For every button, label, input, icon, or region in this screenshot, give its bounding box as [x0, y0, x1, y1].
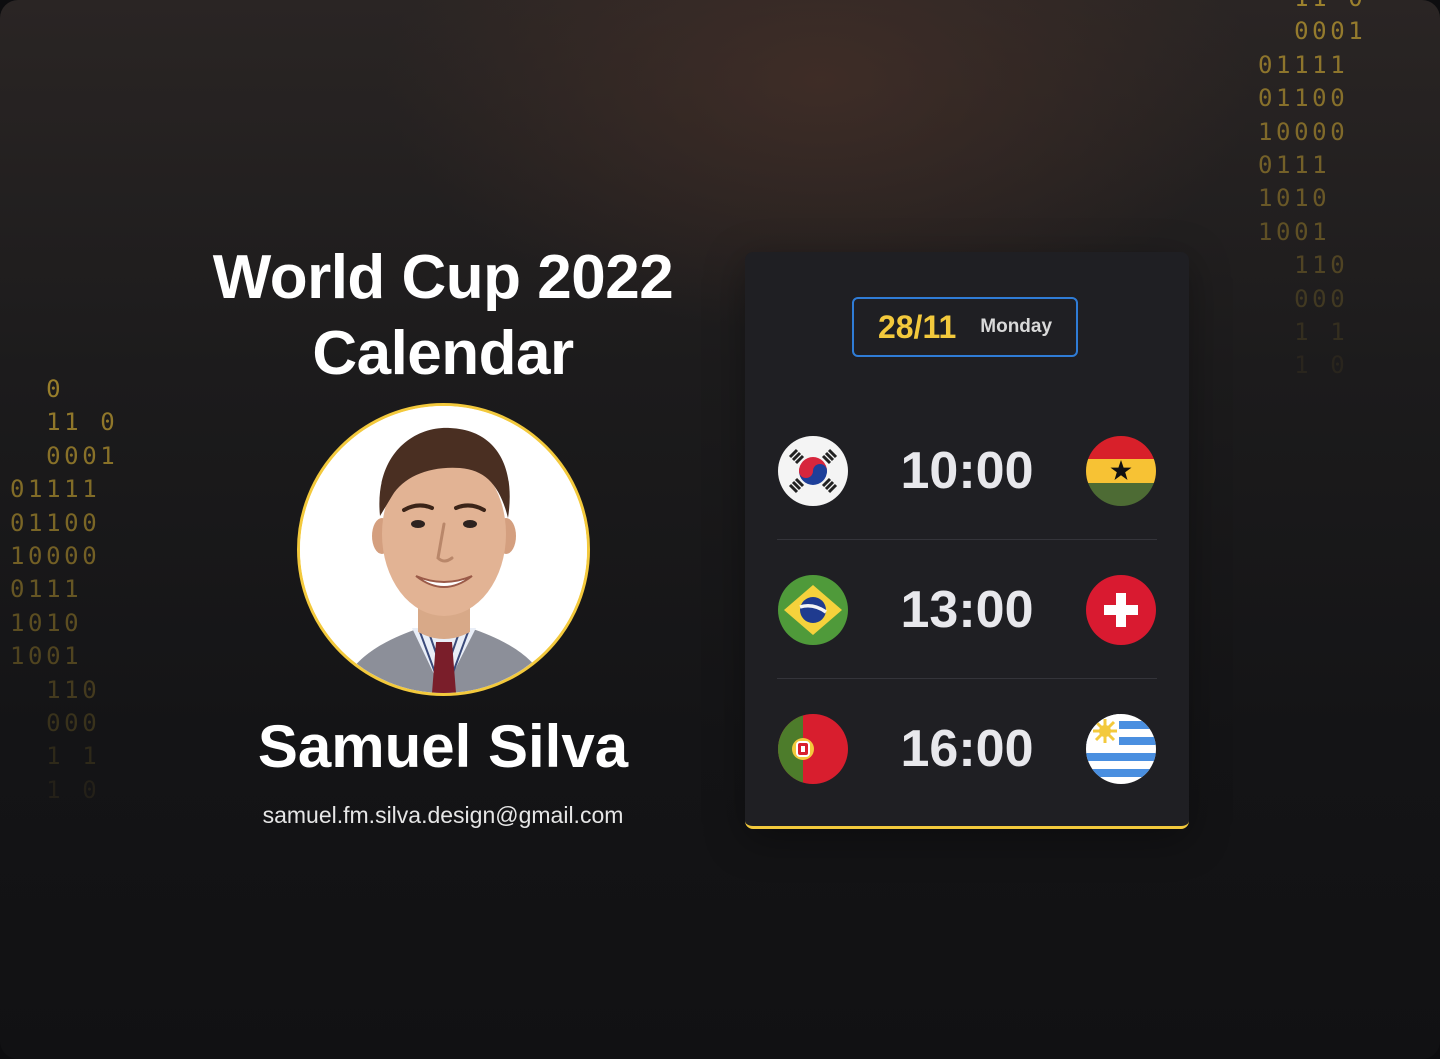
ghana-flag-icon [1085, 435, 1157, 507]
profile-name: Samuel Silva [257, 713, 629, 780]
binary-rain-left: 0 11 0 0001 01111 01100 10000 0111 1010 1001 1… [10, 375, 119, 804]
portugal-flag-icon [777, 713, 849, 785]
binary-rain-right: 11 0 0001011110110010000011110101001 110… [1258, 0, 1367, 380]
match-time: 13:00 [900, 581, 1034, 639]
south-korea-flag-icon [777, 435, 849, 507]
switzerland-flag-icon [1085, 574, 1157, 646]
page-title: World Cup 2022 Calendar [183, 240, 703, 392]
date-chip: 28/11 Monday [852, 297, 1078, 357]
uruguay-flag-icon [1085, 713, 1157, 785]
match-schedule-card: 28/11 Monday 10:00 13:00 16:00 [745, 252, 1189, 829]
brazil-flag-icon [777, 574, 849, 646]
portrait-illustration [300, 406, 587, 693]
row-divider [777, 678, 1157, 679]
profile-email: samuel.fm.silva.design@gmail.com [262, 802, 624, 828]
avatar [297, 403, 590, 696]
title-line-2: Calendar [312, 319, 574, 388]
match-row: 13:00 [777, 574, 1157, 646]
date-label: 28/11 [877, 308, 957, 345]
title-line-1: World Cup 2022 [212, 243, 674, 312]
match-row: 10:00 [777, 435, 1157, 507]
match-time: 16:00 [900, 720, 1034, 778]
match-row: 16:00 [777, 713, 1157, 785]
row-divider [777, 539, 1157, 540]
match-time: 10:00 [900, 442, 1034, 500]
day-label: Monday [980, 316, 1053, 337]
poster-frame: 0 11 0 0001 01111 01100 10000 0111 1010 1001 1… [0, 0, 1440, 1059]
